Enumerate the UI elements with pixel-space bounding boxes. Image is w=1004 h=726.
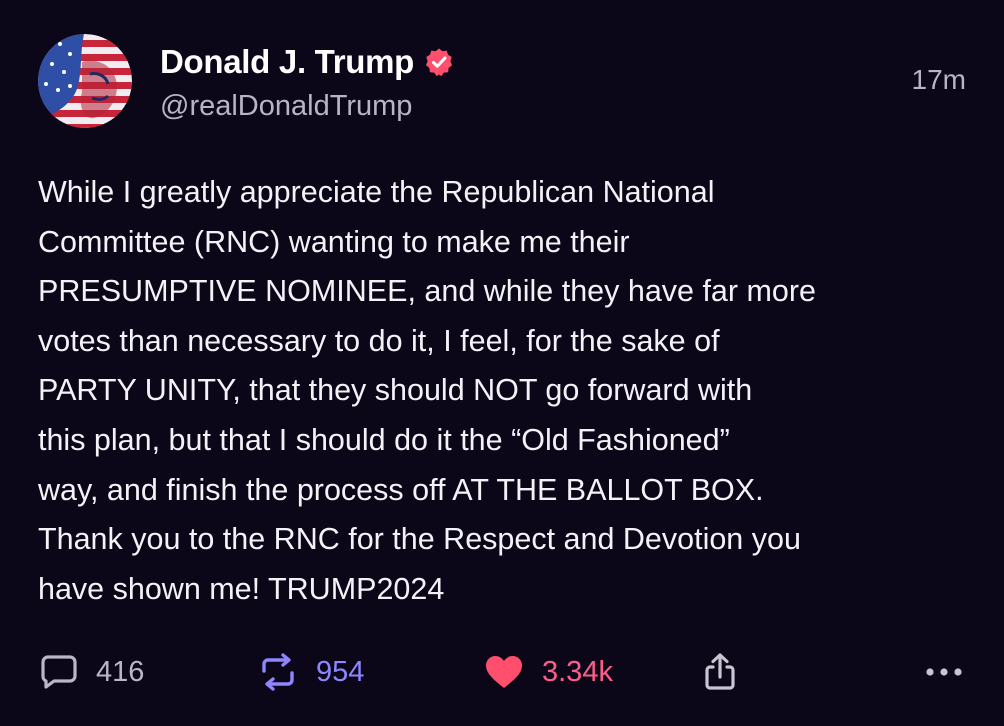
heart-icon (486, 656, 522, 688)
post-body-line: While I greatly appreciate the Republica… (38, 175, 715, 209)
action-bar: 416 954 3.34k (0, 644, 1004, 700)
share-button[interactable] (702, 644, 738, 700)
like-count: 3.34k (542, 655, 613, 688)
post-body: While I greatly appreciate the Republica… (38, 168, 978, 614)
post-body-line: have shown me! TRUMP2024 (38, 571, 445, 606)
author-display-name[interactable]: Donald J. Trump (160, 43, 414, 81)
more-icon (926, 668, 962, 676)
post-card: Donald J. Trump @realDonaldTrump 17m Whi… (0, 0, 1004, 726)
author-handle[interactable]: @realDonaldTrump (160, 90, 412, 123)
repost-count: 954 (316, 655, 365, 688)
author-name-row: Donald J. Trump (160, 40, 454, 84)
post-body-line: way, and finish the process off AT THE B… (38, 472, 764, 507)
reply-button[interactable]: 416 (40, 644, 144, 700)
more-options-button[interactable] (924, 644, 964, 700)
verified-badge-icon (426, 48, 453, 77)
repost-icon (262, 653, 294, 691)
post-body-line: Committee (RNC) wanting to make me their (38, 224, 630, 259)
post-body-line: Thank you to the RNC for the Respect and… (38, 522, 801, 557)
post-body-line: PRESUMPTIVE NOMINEE, and while they have… (38, 274, 817, 309)
avatar-image (38, 34, 132, 128)
post-body-line: votes than necessary to do it, I feel, f… (38, 323, 720, 358)
reply-count: 416 (96, 655, 145, 688)
repost-button[interactable]: 954 (258, 644, 364, 700)
avatar[interactable] (38, 34, 132, 128)
post-timestamp[interactable]: 17m (912, 64, 966, 96)
post-body-line: this plan, but that I should do it the “… (38, 422, 730, 457)
like-button[interactable]: 3.34k (484, 644, 613, 700)
comment-icon (41, 655, 77, 689)
post-body-line: PARTY UNITY, that they should NOT go for… (38, 373, 753, 408)
share-icon (705, 653, 735, 690)
